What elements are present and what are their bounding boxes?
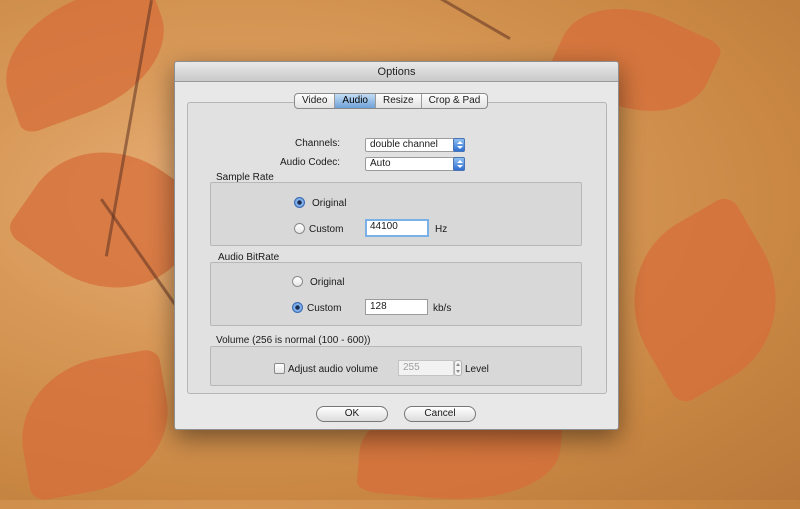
sample-rate-unit: Hz	[435, 224, 448, 235]
bitrate-unit: kb/s	[433, 303, 452, 314]
tab-bar: Video Audio Resize Crop & Pad	[294, 93, 489, 109]
channels-select[interactable]: double channel	[365, 138, 465, 152]
volume-title: Volume (256 is normal (100 - 600))	[216, 335, 371, 346]
sample-rate-original-radio[interactable]	[294, 197, 305, 208]
channels-select-value: double channel	[370, 139, 438, 150]
tab-audio[interactable]: Audio	[335, 94, 376, 108]
tab-crop-pad[interactable]: Crop & Pad	[422, 94, 488, 108]
audio-bitrate-group	[210, 262, 582, 326]
volume-group	[210, 346, 582, 386]
volume-unit: Level	[465, 364, 489, 375]
bitrate-input[interactable]: 128	[365, 299, 428, 315]
window-title: Options	[175, 62, 618, 82]
sample-rate-custom-radio[interactable]	[294, 223, 305, 234]
bitrate-original-radio[interactable]	[292, 276, 303, 287]
adjust-volume-checkbox[interactable]	[274, 363, 285, 374]
bitrate-original-label: Original	[310, 277, 345, 288]
bitrate-custom-radio[interactable]	[292, 302, 303, 313]
sample-rate-input[interactable]: 44100	[365, 219, 429, 237]
chevron-updown-icon	[453, 138, 465, 152]
audio-codec-select-value: Auto	[370, 158, 391, 169]
bitrate-custom-label: Custom	[307, 303, 342, 314]
volume-stepper[interactable]	[454, 360, 462, 376]
channels-label: Channels:	[295, 138, 341, 149]
volume-level-input[interactable]: 255	[398, 360, 454, 376]
tab-resize[interactable]: Resize	[376, 94, 422, 108]
audio-codec-label: Audio Codec:	[280, 157, 341, 168]
tab-video[interactable]: Video	[295, 94, 336, 108]
cancel-button[interactable]: Cancel	[404, 406, 476, 422]
adjust-volume-label: Adjust audio volume	[288, 364, 379, 375]
chevron-updown-icon	[453, 157, 465, 171]
ok-button[interactable]: OK	[316, 406, 388, 422]
options-dialog: Options Video Audio Resize Crop & Pad Ch…	[174, 61, 619, 430]
sample-rate-original-label: Original	[312, 198, 347, 209]
audio-codec-select[interactable]: Auto	[365, 157, 465, 171]
sample-rate-custom-label: Custom	[309, 224, 344, 235]
